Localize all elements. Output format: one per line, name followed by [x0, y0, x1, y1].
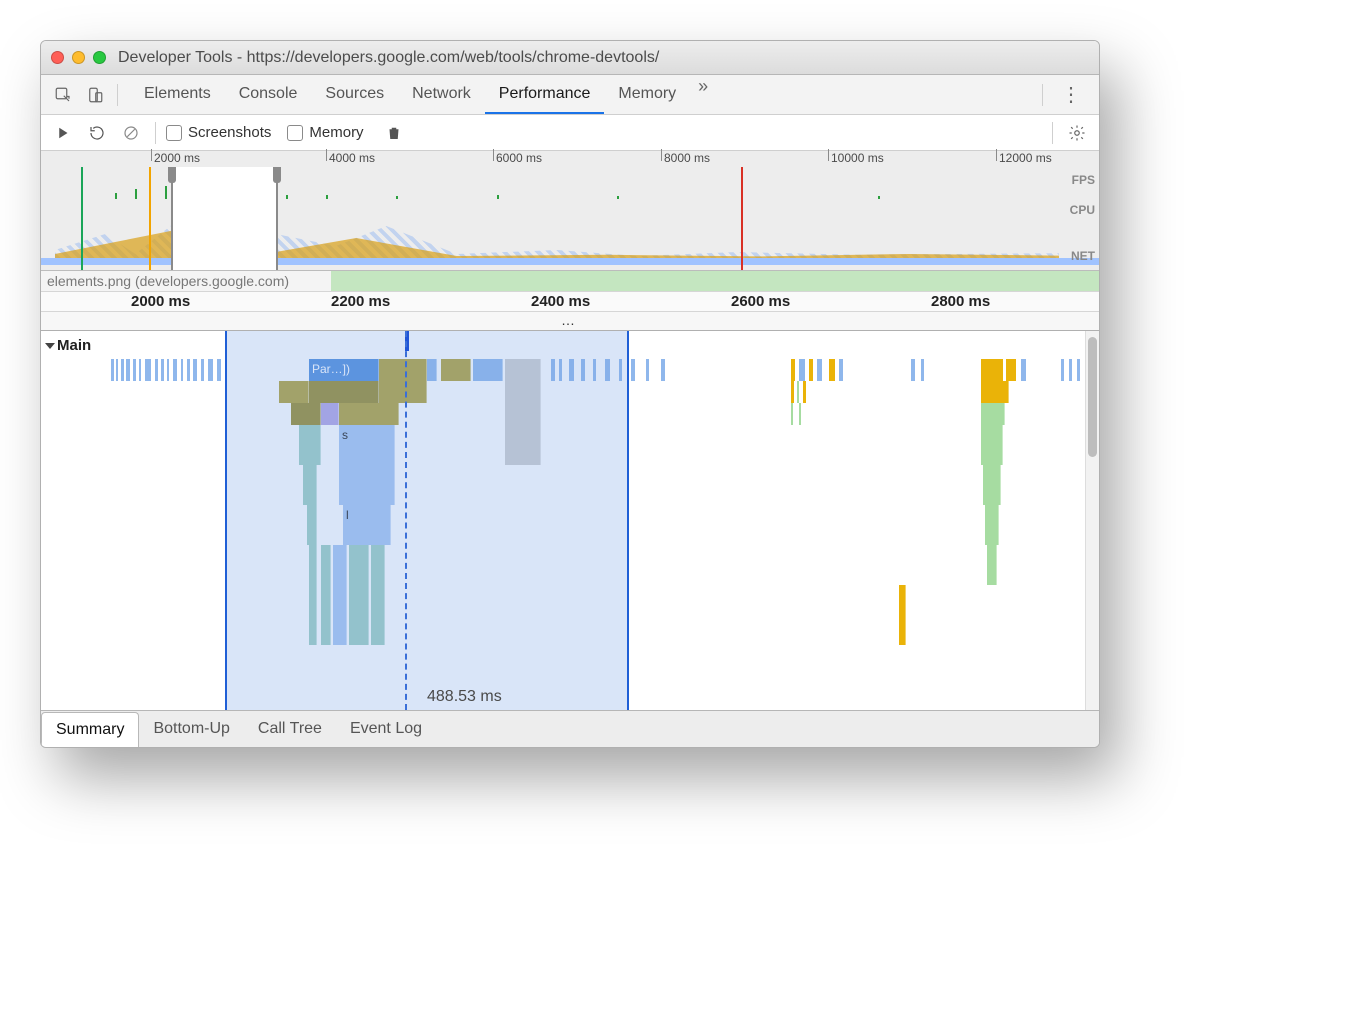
- flame-block[interactable]: [981, 425, 1003, 465]
- divider: [1052, 122, 1053, 144]
- ruler-tick: 2400 ms: [531, 293, 590, 310]
- inspect-icon[interactable]: [49, 81, 77, 109]
- marker-first-paint: [81, 167, 83, 270]
- clear-icon[interactable]: [117, 119, 145, 147]
- details-tab-row: Summary Bottom-Up Call Tree Event Log: [41, 711, 1099, 747]
- selection-handle-right[interactable]: [273, 167, 281, 183]
- window-title: Developer Tools - https://developers.goo…: [118, 49, 659, 67]
- triangle-down-icon: [45, 343, 55, 349]
- devtools-window: Developer Tools - https://developers.goo…: [40, 40, 1100, 748]
- device-toggle-icon[interactable]: [81, 81, 109, 109]
- tab-summary[interactable]: Summary: [41, 712, 139, 747]
- network-request-row[interactable]: elements.png (developers.google.com): [41, 271, 1099, 291]
- overview-tick: 6000 ms: [496, 151, 542, 165]
- tab-elements[interactable]: Elements: [130, 76, 225, 114]
- tab-call-tree[interactable]: Call Tree: [244, 712, 336, 746]
- checkbox-icon[interactable]: [287, 125, 303, 141]
- overview-tick: 12000 ms: [999, 151, 1052, 165]
- flame-block[interactable]: [987, 545, 997, 585]
- flame-block[interactable]: [985, 505, 999, 545]
- overview-tick: 4000 ms: [329, 151, 375, 165]
- flame-scrollbar[interactable]: [1085, 331, 1099, 710]
- overview-selection[interactable]: [171, 167, 278, 270]
- lane-label-net: NET: [1071, 249, 1095, 263]
- selection-cursor-line: [405, 331, 407, 710]
- marker-onload: [741, 167, 743, 270]
- flame-canvas[interactable]: Par…]): [111, 331, 1099, 710]
- performance-toolbar: Screenshots Memory: [41, 115, 1099, 151]
- tab-bottom-up[interactable]: Bottom-Up: [139, 712, 243, 746]
- detail-ruler[interactable]: 2000 ms 2200 ms 2400 ms 2600 ms 2800 ms: [41, 291, 1099, 311]
- memory-checkbox[interactable]: Memory: [287, 124, 363, 141]
- screenshots-checkbox[interactable]: Screenshots: [166, 124, 271, 141]
- capture-settings-icon[interactable]: [1063, 119, 1091, 147]
- scrollbar-thumb[interactable]: [1088, 337, 1097, 457]
- ruler-tick: 2200 ms: [331, 293, 390, 310]
- flame-chart[interactable]: Main Par…]): [41, 331, 1099, 711]
- network-request-label: elements.png (developers.google.com): [47, 273, 289, 289]
- tab-performance[interactable]: Performance: [485, 76, 605, 114]
- selection-handle-left[interactable]: [168, 167, 176, 183]
- flame-selection[interactable]: 488.53 ms: [225, 331, 629, 710]
- reload-icon[interactable]: [83, 119, 111, 147]
- tab-network[interactable]: Network: [398, 76, 485, 114]
- overview-tick: 8000 ms: [664, 151, 710, 165]
- panel-tabs: Elements Console Sources Network Perform…: [130, 76, 1034, 114]
- tab-memory[interactable]: Memory: [604, 76, 690, 114]
- collapsed-indicator[interactable]: …: [41, 311, 1099, 330]
- divider: [155, 122, 156, 144]
- detail-ruler-area: elements.png (developers.google.com) 200…: [41, 271, 1099, 331]
- garbage-collect-icon[interactable]: [380, 119, 408, 147]
- divider: [1042, 84, 1043, 106]
- close-icon[interactable]: [51, 51, 64, 64]
- main-thread-toggle[interactable]: Main: [41, 337, 111, 354]
- flame-block[interactable]: [983, 465, 1001, 505]
- divider: [117, 84, 118, 106]
- minimize-icon[interactable]: [72, 51, 85, 64]
- overview-tick: 10000 ms: [831, 151, 884, 165]
- thin-bars[interactable]: [791, 381, 831, 403]
- overview-tick: 2000 ms: [154, 151, 200, 165]
- network-bar: [331, 271, 1099, 291]
- checkbox-icon[interactable]: [166, 125, 182, 141]
- overflow-tabs-icon[interactable]: »: [690, 76, 716, 114]
- thin-bars[interactable]: [791, 403, 831, 425]
- marker-dom-content: [149, 167, 151, 270]
- overview-body[interactable]: [41, 167, 1099, 270]
- tab-sources[interactable]: Sources: [311, 76, 398, 114]
- timeline-overview[interactable]: 2000 ms 4000 ms 6000 ms 8000 ms 10000 ms…: [41, 151, 1099, 271]
- ruler-tick: 2600 ms: [731, 293, 790, 310]
- panel-tab-row: Elements Console Sources Network Perform…: [41, 75, 1099, 115]
- selection-duration-label: 488.53 ms: [427, 688, 502, 706]
- flame-block[interactable]: [981, 381, 1009, 403]
- flame-block[interactable]: [981, 403, 1005, 425]
- ruler-tick: 2800 ms: [931, 293, 990, 310]
- memory-label: Memory: [309, 124, 363, 141]
- zoom-icon[interactable]: [93, 51, 106, 64]
- screenshots-label: Screenshots: [188, 124, 271, 141]
- flame-track-header: Main: [41, 331, 111, 710]
- window-controls: [51, 51, 106, 64]
- titlebar: Developer Tools - https://developers.goo…: [41, 41, 1099, 75]
- main-menu-icon[interactable]: ⋮: [1051, 82, 1091, 107]
- main-thread-label: Main: [57, 337, 91, 354]
- ruler-tick: 2000 ms: [131, 293, 190, 310]
- lane-label-cpu: CPU: [1070, 203, 1095, 217]
- record-icon[interactable]: [49, 119, 77, 147]
- task-bars[interactable]: [551, 359, 1091, 381]
- flame-block[interactable]: [899, 585, 906, 645]
- tab-event-log[interactable]: Event Log: [336, 712, 436, 746]
- tab-console[interactable]: Console: [225, 76, 312, 114]
- lane-label-fps: FPS: [1072, 173, 1095, 187]
